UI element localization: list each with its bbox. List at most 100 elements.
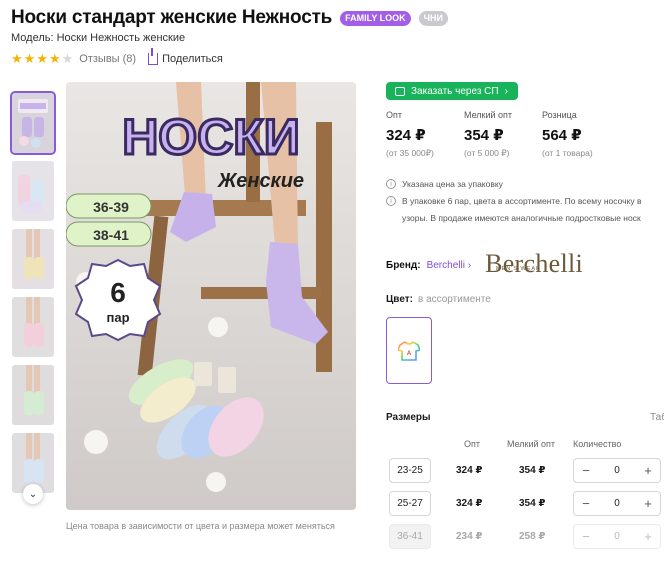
quantity-stepper: − 0 + [573,458,661,483]
image-size-1: 36-39 [93,199,129,215]
quantity-value[interactable]: 0 [614,465,620,476]
size-small-wholesale-price: 258 ₽ [519,531,546,542]
page-title: Носки стандарт женские Нежность [11,7,333,28]
color-value: в ассортименте [417,294,491,305]
cart-icon [395,86,405,96]
brand-logo[interactable]: Berchelli [485,249,583,279]
thumbnail-5[interactable] [12,365,54,425]
quantity-value: 0 [614,531,620,542]
brand-row: Бренд: Berchelli › Berchelli [386,249,583,280]
size-chip: 36-41 [389,524,431,549]
image-subhead: Женские [217,170,304,192]
star-icon: ★ [11,51,23,66]
thumbnail-2[interactable] [12,161,54,221]
note-text: Указана цена за упаковку [402,179,503,189]
info-icon: i [386,179,396,189]
price-tier-wholesale: Опт 324 ₽ (от 35 000₽) [386,110,464,159]
order-via-sp-label: Заказать через СП [411,85,499,97]
share-button[interactable]: Поделиться [148,47,223,65]
family-look-badge[interactable]: FAMILY LOOK [340,10,411,26]
price-value: 564 ₽ [542,127,582,144]
brand-link[interactable]: Berchelli › [427,260,471,271]
price-label: Мелкий опт [464,110,513,120]
product-photo: НОСКИ Женские 36-39 38-41 6 пар [66,82,356,510]
note-item: i Указана цена за упаковку [386,176,664,192]
size-wholesale-price: 234 ₽ [456,531,483,542]
note-text: В упаковке 6 пар, цвета в ассортименте. … [402,196,642,206]
info-icon: i [386,196,396,206]
rating-row: ★ ★ ★ ★ ★ Отзывы (8) Поделиться [11,47,223,66]
note-item: i В упаковке 6 пар, цвета в ассортименте… [386,193,664,209]
size-row: 23-25 324 ₽ 354 ₽ − 0 + [386,458,664,484]
size-small-wholesale-price: 354 ₽ [519,498,546,509]
chevron-right-icon: › [504,85,508,97]
thumbnail-3[interactable] [12,229,54,289]
reviews-link[interactable]: Отзывы (8) [79,53,136,65]
minus-button: − [582,529,590,544]
price-note: (от 35 000₽) [386,148,434,158]
thumbnail-image [12,297,54,357]
size-row: 25-27 324 ₽ 354 ₽ − 0 + [386,491,664,517]
size-small-wholesale-price: 354 ₽ [519,465,546,476]
plus-button[interactable]: + [642,463,654,478]
brand-label: Бренд: [386,259,421,271]
quantity-value[interactable]: 0 [614,498,620,509]
column-header-small-wholesale: Мелкий опт [507,439,556,449]
column-header-wholesale: Опт [464,439,480,449]
price-value: 354 ₽ [464,127,504,144]
star-icon: ★ [36,51,48,66]
main-product-image[interactable]: НОСКИ Женские 36-39 38-41 6 пар [66,82,356,510]
svg-text:A: A [407,351,412,357]
image-size-2: 38-41 [93,227,129,243]
column-header-quantity: Количество [573,439,622,449]
image-pack-unit: пар [106,310,129,325]
star-icon: ★ [23,51,36,66]
minus-button[interactable]: − [580,496,592,511]
order-via-sp-button[interactable]: Заказать через СП › [386,82,518,100]
thumbnail-image [12,161,54,221]
thumbnails-scroll-down-button[interactable]: ⌄ [23,484,43,504]
brand-logo-subtitle: MEN'S WEAR [496,266,541,272]
brand-name: Berchelli [426,259,465,271]
price-tier-retail: Розница 564 ₽ (от 1 товара) [542,110,620,159]
chevron-down-icon: ⌄ [28,488,38,500]
color-swatch-assorted[interactable]: A [386,317,432,384]
sizes-heading: Размеры [386,412,431,423]
thumbnail-image [12,93,54,153]
thumbnail-4[interactable] [12,297,54,357]
note-text: узоры. В продаже имеются аналогичные под… [402,213,641,223]
price-note: (от 5 000 ₽) [464,148,510,158]
price-label: Розница [542,110,577,120]
size-wholesale-price: 324 ₽ [456,498,483,509]
chni-badge[interactable]: ЧНИ [418,10,448,26]
price-label: Опт [386,110,402,120]
size-chip[interactable]: 25-27 [389,491,431,516]
share-label: Поделиться [162,52,223,65]
quantity-stepper: − 0 + [573,524,661,549]
star-icon: ★ [48,51,61,66]
color-row: Цвет: в ассортименте [386,294,491,305]
size-row-unavailable: 36-41 234 ₽ 258 ₽ − 0 + [386,524,664,550]
price-note: (от 1 товара) [542,148,593,158]
model-line: Модель: Носки Нежность женские [11,32,186,44]
price-tier-small-wholesale: Мелкий опт 354 ₽ (от 5 000 ₽) [464,110,542,159]
image-headline: НОСКИ [122,109,300,165]
size-wholesale-price: 324 ₽ [456,465,483,476]
tshirt-rainbow-icon: A [398,340,420,361]
plus-button[interactable]: + [642,496,654,511]
note-item-continued: узоры. В продаже имеются аналогичные под… [386,210,664,226]
thumbnail-list [10,91,56,501]
thumbnail-1[interactable] [10,91,56,155]
star-empty-icon: ★ [61,51,74,66]
title-row: Носки стандарт женские Нежность FAMILY L… [11,7,448,29]
color-label: Цвет: [386,294,413,305]
product-notes: i Указана цена за упаковку i В упаковке … [386,176,664,227]
minus-button[interactable]: − [580,463,592,478]
price-tiers: Опт 324 ₽ (от 35 000₽) Мелкий опт 354 ₽ … [386,110,620,159]
plus-button: + [644,529,652,544]
thumbnail-image [12,229,54,289]
quantity-stepper: − 0 + [573,491,661,516]
size-chip[interactable]: 23-25 [389,458,431,483]
share-icon [148,47,159,65]
size-table-link[interactable]: Таб [650,412,664,423]
